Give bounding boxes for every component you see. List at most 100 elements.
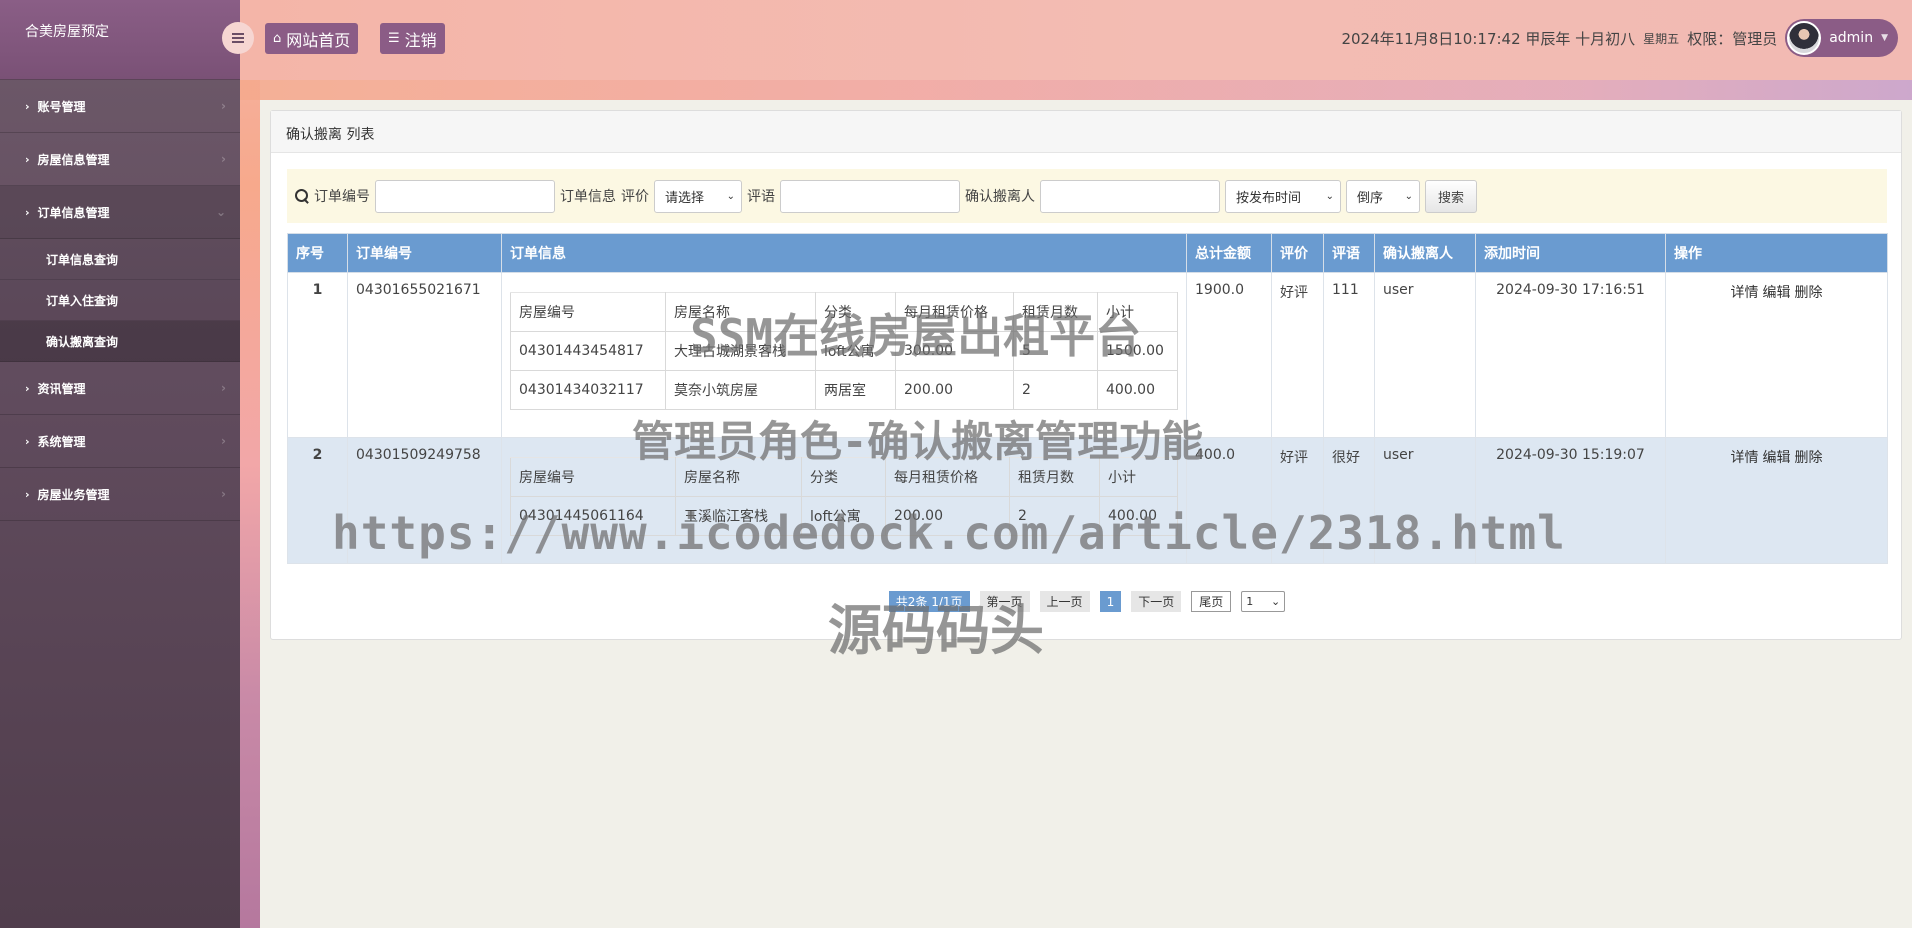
cell-total: 400.0 [1186, 437, 1272, 564]
cell-order-no: 04301655021671 [347, 272, 502, 438]
last-page-button[interactable]: 尾页 [1191, 591, 1232, 612]
sub-header-category: 分类 [815, 292, 896, 332]
chevron-right-icon: › [25, 152, 30, 166]
sub-header-months: 租赁月数 [1009, 457, 1100, 497]
chevron-down-icon: ⌄ [215, 205, 226, 219]
sidebar-item-business[interactable]: › 房屋业务管理 › [0, 468, 240, 521]
col-header-index: 序号 [287, 233, 348, 273]
edit-link[interactable]: 编辑 [1763, 447, 1791, 467]
item-subtotal: 400.00 [1099, 496, 1178, 536]
search-icon [295, 189, 309, 203]
item-subtotal: 400.00 [1097, 370, 1178, 410]
cell-rating: 好评 [1271, 272, 1324, 438]
col-header-ops: 操作 [1665, 233, 1888, 273]
order-items-table: 房屋编号 房屋名称 分类 每月租赁价格 租赁月数 小计 043014434548… [510, 292, 1178, 410]
item-monthly-price: 200.00 [885, 496, 1010, 536]
cell-time: 2024-09-30 17:16:51 [1475, 272, 1666, 438]
search-button[interactable]: 搜索 [1425, 179, 1478, 213]
chevron-right-icon: › [221, 381, 226, 395]
table-row: 1 04301655021671 房屋编号 房屋名称 分类 每月租赁价格 租赁月… [287, 272, 1888, 438]
cell-order-info: 房屋编号 房屋名称 分类 每月租赁价格 租赁月数 小计 043014450611… [501, 437, 1187, 564]
item-house-name: 大理古城湖景客栈 [665, 331, 816, 371]
first-page-button[interactable]: 第一页 [979, 591, 1030, 612]
order-items-table: 房屋编号 房屋名称 分类 每月租赁价格 租赁月数 小计 043014450611… [510, 457, 1178, 536]
next-page-button[interactable]: 下一页 [1131, 591, 1182, 612]
accent-strip [240, 0, 260, 928]
table-header-row: 序号 订单编号 订单信息 总计金额 评价 评语 确认搬离人 添加时间 操作 [287, 233, 1888, 273]
sub-header-house-name: 房屋名称 [665, 292, 816, 332]
delete-link[interactable]: 删除 [1795, 282, 1823, 302]
sub-header-category: 分类 [801, 457, 886, 497]
item-category: loft公寓 [801, 496, 886, 536]
sidebar-item-orders[interactable]: › 订单信息管理 ⌄ [0, 186, 240, 239]
order-no-label: 订单编号 [314, 189, 370, 205]
item-months: 2 [1013, 370, 1098, 410]
col-header-order-info: 订单信息 [501, 233, 1187, 273]
item-category: 两居室 [815, 370, 896, 410]
delete-link[interactable]: 删除 [1795, 447, 1823, 467]
chevron-right-icon: › [25, 487, 30, 501]
order-items-header: 房屋编号 房屋名称 分类 每月租赁价格 租赁月数 小计 [510, 457, 1178, 497]
item-house-no: 04301443454817 [510, 331, 666, 371]
chevron-right-icon: › [25, 381, 30, 395]
cell-order-no: 04301509249758 [347, 437, 502, 564]
chevron-down-icon: ⌄ [1325, 190, 1334, 202]
home-button-label: 网站首页 [286, 30, 351, 50]
page-select[interactable]: 1 ⌄ [1241, 591, 1286, 612]
sort-field-value: 按发布时间 [1236, 190, 1302, 206]
cell-index: 2 [287, 437, 348, 564]
sub-header-subtotal: 小计 [1097, 292, 1178, 332]
logout-button[interactable]: ☰ 注销 [380, 23, 445, 54]
header-info: 2024年11月8日10:17:42 甲辰年 十月初八 星期五 权限：管理员 a… [1341, 19, 1898, 57]
mover-input[interactable] [1040, 179, 1220, 213]
chevron-right-icon: › [221, 487, 226, 501]
weekday-text: 星期五 [1643, 31, 1680, 46]
sidebar-item-label: 资讯管理 [37, 381, 86, 396]
cell-rating: 好评 [1271, 437, 1324, 564]
sidebar-menu: › 账号管理 › › 房屋信息管理 › › 订单信息管理 ⌄ 订单信息查询 订单入住查… [0, 80, 240, 521]
sidebar-item-label: 账号管理 [37, 99, 86, 114]
sidebar-subitem-checkin-query[interactable]: 订单入住查询 [0, 280, 240, 321]
sidebar-item-accounts[interactable]: › 账号管理 › [0, 80, 240, 133]
sort-field-select[interactable]: 按发布时间 ⌄ [1225, 179, 1341, 213]
item-months: 2 [1009, 496, 1100, 536]
brand-title: 合美房屋预定 [0, 0, 240, 80]
sidebar-item-houses[interactable]: › 房屋信息管理 › [0, 133, 240, 186]
sidebar-toggle-button[interactable] [222, 22, 254, 54]
sort-order-select[interactable]: 倒序 ⌄ [1346, 179, 1420, 213]
comment-input[interactable] [780, 179, 960, 213]
item-house-no: 04301434032117 [510, 370, 666, 410]
detail-link[interactable]: 详情 [1731, 282, 1759, 302]
sidebar-subitem-order-query[interactable]: 订单信息查询 [0, 239, 240, 280]
datetime-text: 2024年11月8日10:17:42 甲辰年 十月初八 [1341, 29, 1636, 48]
col-header-rating: 评价 [1271, 233, 1324, 273]
sidebar-subitem-moveout-query[interactable]: 确认搬离查询 [0, 321, 240, 362]
mover-label: 确认搬离人 [965, 189, 1035, 205]
sidebar-item-news[interactable]: › 资讯管理 › [0, 362, 240, 415]
sidebar-item-label: 订单信息管理 [37, 205, 110, 220]
search-bar: 订单编号 订单信息 评价 请选择 ⌄ 评语 确认搬离人 按发布时间 ⌄ 倒序 ⌄… [287, 169, 1887, 223]
sub-header-house-name: 房屋名称 [675, 457, 802, 497]
sidebar: 合美房屋预定 › 账号管理 › › 房屋信息管理 › › 订单信息管理 ⌄ 订单信息查… [0, 0, 240, 928]
order-item-row: 04301443454817 大理古城湖景客栈 loft公寓 300.00 5 … [510, 331, 1178, 371]
edit-link[interactable]: 编辑 [1763, 282, 1791, 302]
prev-page-button[interactable]: 上一页 [1039, 591, 1090, 612]
item-monthly-price: 200.00 [895, 370, 1014, 410]
order-no-input[interactable] [375, 179, 555, 213]
item-house-no: 04301445061164 [510, 496, 676, 536]
user-menu[interactable]: admin ▼ [1785, 19, 1898, 57]
sidebar-item-label: 系统管理 [37, 434, 86, 449]
sort-order-value: 倒序 [1357, 190, 1384, 206]
detail-link[interactable]: 详情 [1731, 447, 1759, 467]
col-header-mover: 确认搬离人 [1374, 233, 1476, 273]
home-icon: ⌂ [273, 31, 282, 46]
rating-select[interactable]: 请选择 ⌄ [654, 179, 742, 213]
chevron-right-icon: › [25, 205, 30, 219]
role-text: 权限：管理员 [1687, 29, 1778, 48]
current-page-button[interactable]: 1 [1099, 591, 1122, 612]
chevron-down-icon: ⌄ [726, 190, 735, 202]
item-subtotal: 1500.00 [1097, 331, 1178, 371]
sidebar-item-system[interactable]: › 系统管理 › [0, 415, 240, 468]
page-info: 共2条 1/1页 [888, 591, 970, 612]
home-button[interactable]: ⌂ 网站首页 [265, 23, 359, 54]
